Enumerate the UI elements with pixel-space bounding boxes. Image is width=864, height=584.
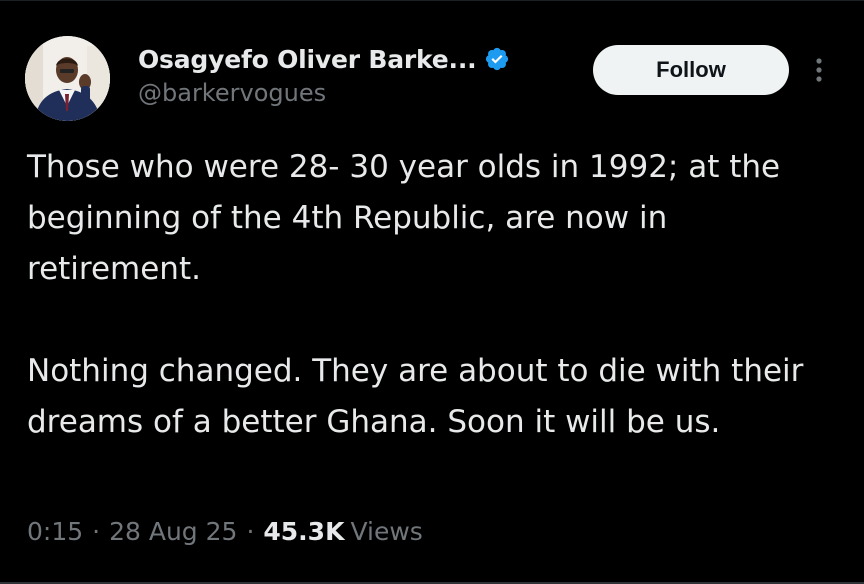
tweet-meta: 0:15 · 28 Aug 25 · 45.3K Views — [27, 517, 423, 546]
tweet-paragraph: Nothing changed. They are about to die w… — [27, 353, 804, 440]
tweet-paragraph: Those who were 28- 30 year olds in 1992;… — [27, 149, 781, 287]
views-label: Views — [350, 517, 423, 546]
verified-badge-icon — [484, 46, 510, 72]
author-handle[interactable]: @barkervogues — [138, 79, 326, 107]
tweet-time[interactable]: 0:15 — [27, 517, 83, 546]
tweet-text: Those who were 28- 30 year olds in 1992;… — [27, 142, 847, 448]
author-name-row[interactable]: Osagyefo Oliver Barke... — [138, 42, 510, 76]
avatar[interactable] — [25, 36, 110, 121]
follow-button[interactable]: Follow — [593, 45, 789, 95]
views-count[interactable]: 45.3K — [263, 517, 344, 546]
more-options-icon[interactable] — [812, 54, 826, 86]
separator-dot: · — [246, 517, 255, 546]
top-divider — [0, 0, 864, 1]
separator-dot: · — [92, 517, 101, 546]
tweet-date[interactable]: 28 Aug 25 — [109, 517, 237, 546]
avatar-image — [25, 36, 110, 121]
author-display-name[interactable]: Osagyefo Oliver Barke... — [138, 45, 477, 74]
